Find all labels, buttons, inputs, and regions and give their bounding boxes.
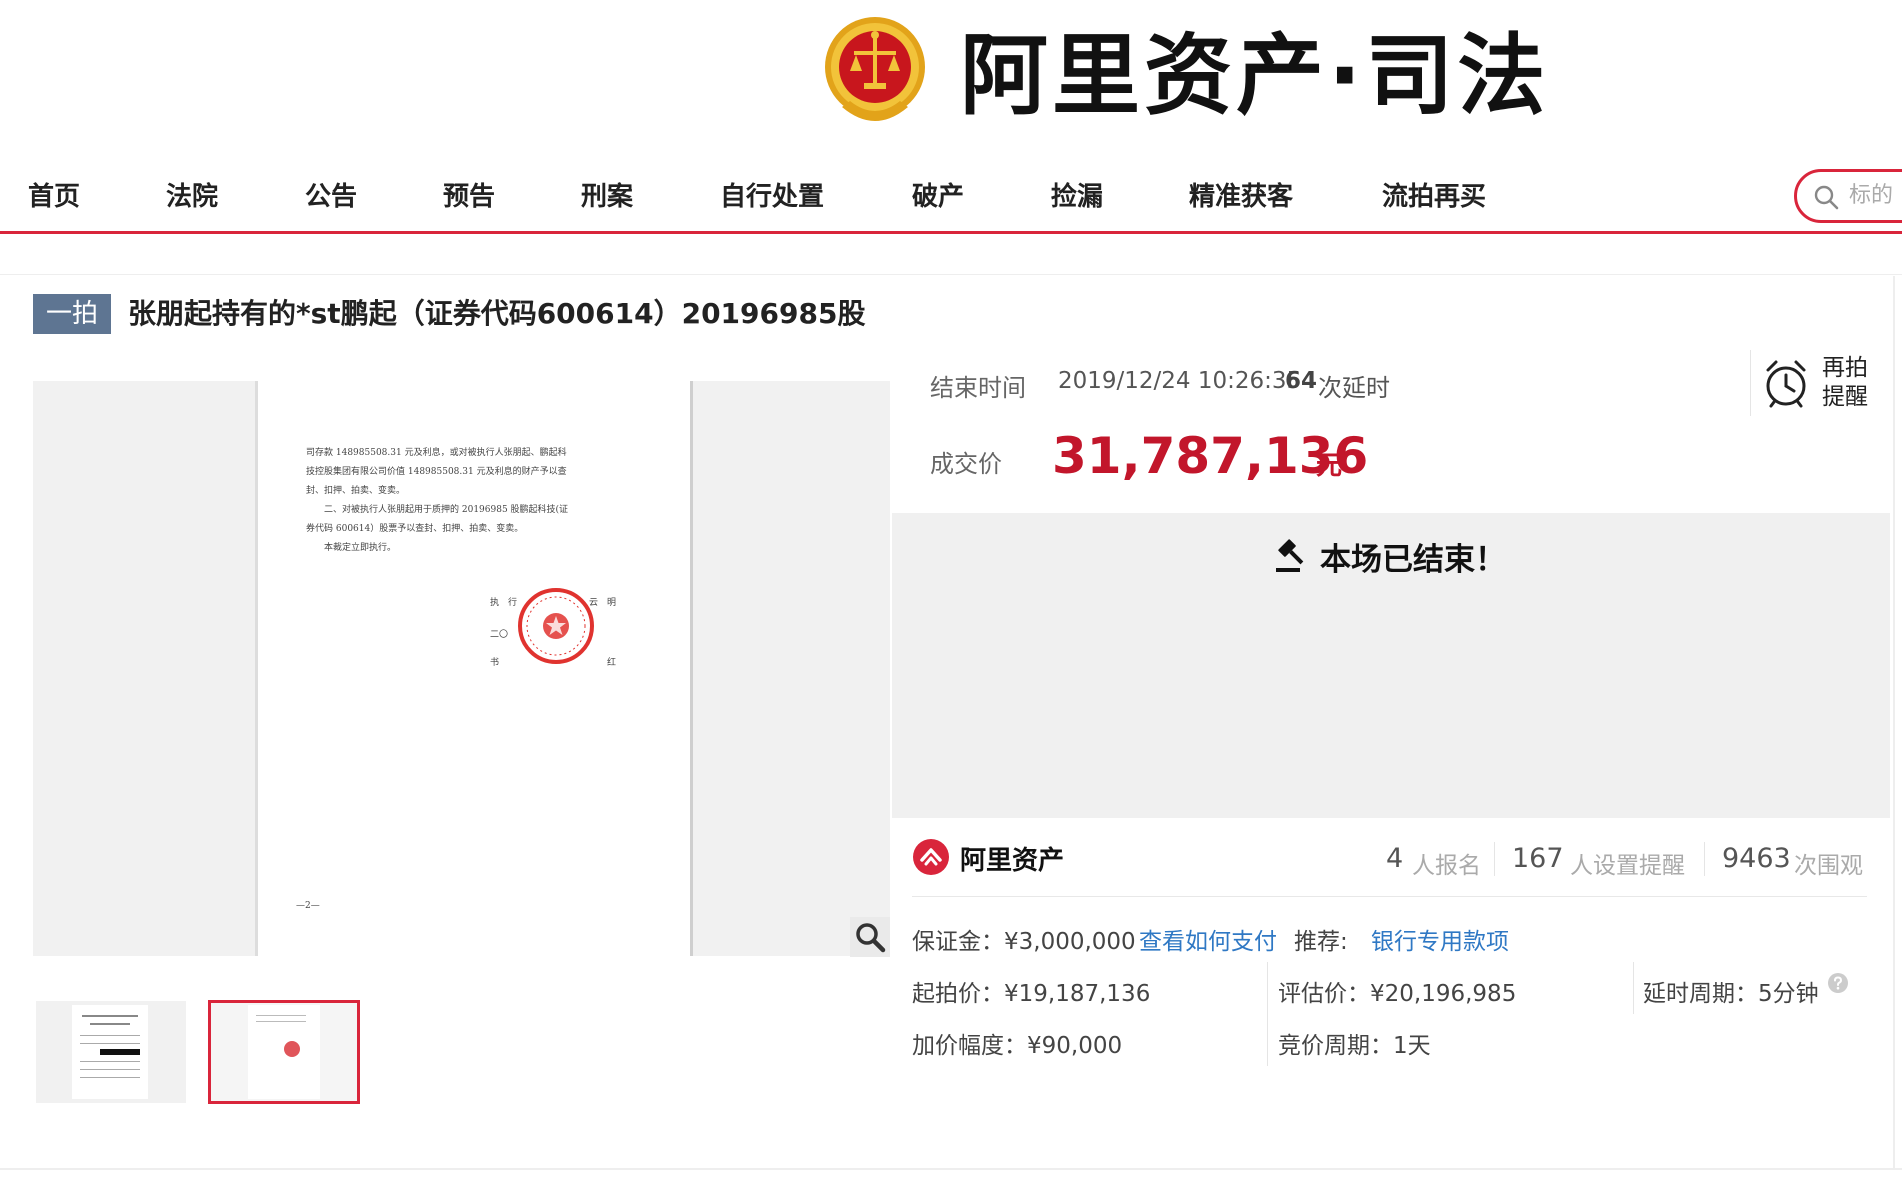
thumbnail-page	[248, 1005, 320, 1099]
divider	[1267, 962, 1268, 1066]
deposit-info: 保证金：¥3,000,000	[912, 929, 1136, 955]
start-price-info: 起拍价：¥19,187,136	[912, 981, 1151, 1007]
court-emblem-icon	[825, 17, 925, 121]
view-count: 9463	[1722, 843, 1791, 874]
platform-name: 阿里资产	[960, 846, 1065, 876]
nav-criminal[interactable]: 刑案	[581, 176, 633, 213]
reminder-label: 人设置提醒	[1570, 853, 1685, 879]
search-box[interactable]	[1794, 169, 1902, 223]
increment-info: 加价幅度：¥90,000	[912, 1033, 1123, 1059]
nav-re-auction[interactable]: 流拍再买	[1382, 176, 1486, 213]
document-line: 券代码 600614）股票予以查封、扣押、拍卖、变卖。	[306, 524, 524, 534]
nav-notice[interactable]: 公告	[305, 176, 357, 213]
divider	[1633, 962, 1634, 1014]
delay-label: 次延时	[1318, 374, 1390, 402]
signup-label: 人报名	[1412, 853, 1481, 879]
divider	[1750, 350, 1751, 416]
zoom-icon[interactable]	[850, 917, 890, 957]
alarm-clock-icon[interactable]	[1764, 358, 1808, 408]
delay-count: 64	[1285, 368, 1318, 394]
nav-court[interactable]: 法院	[166, 176, 218, 213]
nav-bankruptcy[interactable]: 破产	[912, 176, 964, 213]
re-auction-reminder-button[interactable]: 再拍提醒	[1822, 354, 1872, 412]
recommend-label: 推荐:	[1294, 929, 1348, 955]
nav-home[interactable]: 首页	[28, 176, 80, 213]
view-label: 次围观	[1794, 853, 1863, 879]
help-icon[interactable]	[1827, 972, 1849, 994]
end-time-label: 结束时间	[930, 374, 1026, 402]
brand-title: 阿里资产·司法	[960, 24, 1550, 127]
how-to-pay-link[interactable]: 查看如何支付	[1139, 922, 1277, 956]
nav-self-dispose[interactable]: 自行处置	[720, 176, 824, 213]
nav-precise-customers[interactable]: 精准获客	[1189, 176, 1293, 213]
document-line: 封、扣押、拍卖、变卖。	[306, 486, 406, 496]
thumbnail[interactable]	[36, 1001, 186, 1103]
main-nav: 首页 法院 公告 预告 刑案 自行处置 破产 捡漏 精准获客 流拍再买	[0, 166, 1902, 234]
end-time-value: 2019/12/24 10:26:35	[1058, 368, 1302, 394]
document-line: 技控股集团有限公司价值 148985508.31 元及利息的财产予以查	[306, 467, 567, 477]
gavel-icon	[1276, 539, 1304, 572]
document-line: 本裁定立即执行。	[306, 543, 397, 553]
bid-period-info: 竞价周期：1天	[1278, 1033, 1431, 1059]
deal-price-unit: 元	[1316, 451, 1343, 481]
divider	[0, 1168, 1902, 1170]
divider	[1704, 842, 1705, 876]
ali-assets-logo-icon	[913, 839, 949, 875]
reminder-count: 167	[1512, 843, 1564, 874]
auction-status-text: 本场已结束！	[1320, 542, 1506, 578]
nav-preview[interactable]: 预告	[443, 176, 495, 213]
item-title: 张朋起持有的*st鹏起（证券代码600614）20196985股	[128, 297, 866, 330]
appraisal-info: 评估价：¥20,196,985	[1278, 981, 1517, 1007]
divider	[1893, 276, 1895, 1168]
round-badge: 一拍	[33, 294, 111, 334]
nav-bargain[interactable]: 捡漏	[1051, 176, 1103, 213]
divider	[912, 896, 1867, 897]
bank-special-item-link[interactable]: 银行专用款项	[1371, 922, 1509, 956]
document-line: 二、对被执行人张朋起用于质押的 20196985 股鹏起科技(证	[306, 505, 569, 515]
search-input[interactable]	[1847, 182, 1902, 209]
signup-count: 4	[1386, 843, 1404, 874]
document-page-number: —2—	[296, 901, 320, 911]
thumbnail-page	[72, 1005, 148, 1099]
court-seal-icon	[518, 588, 594, 664]
deal-price-label: 成交价	[930, 450, 1002, 478]
document-line: 二〇	[490, 630, 509, 640]
document-line: 司存款 148985508.31 元及利息，或对被执行人张朋起、鹏起科	[306, 448, 567, 458]
divider	[1494, 842, 1495, 876]
thumbnail-selected[interactable]	[208, 1000, 360, 1104]
divider	[0, 274, 1902, 275]
delay-period-info: 延时周期：5分钟	[1643, 981, 1819, 1007]
document-page: 司存款 148985508.31 元及利息，或对被执行人张朋起、鹏起科 技控股集…	[255, 381, 693, 956]
search-icon[interactable]	[1813, 184, 1839, 210]
main-image[interactable]: 司存款 148985508.31 元及利息，或对被执行人张朋起、鹏起科 技控股集…	[33, 381, 890, 956]
